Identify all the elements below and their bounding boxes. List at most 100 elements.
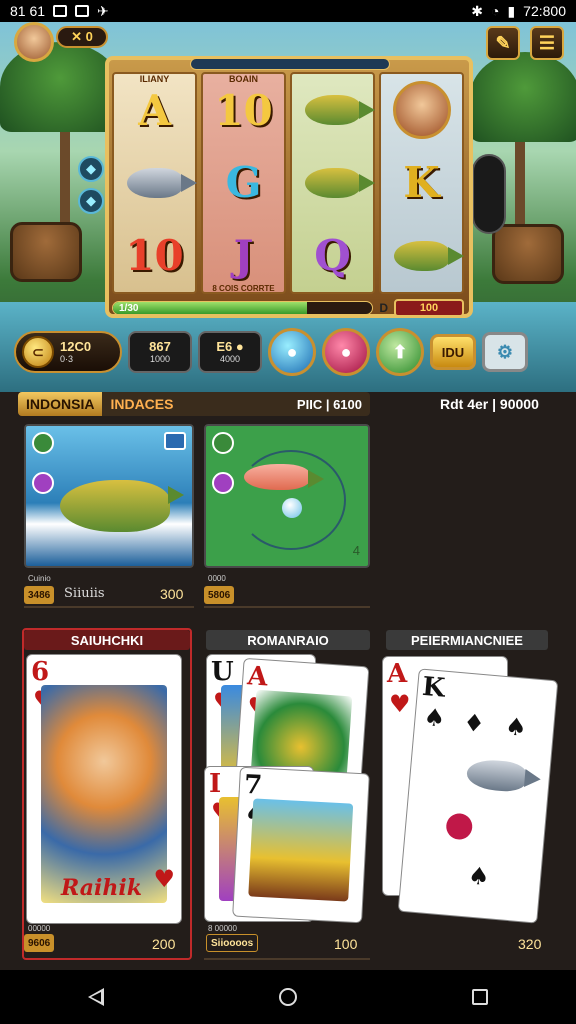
game-tile-green[interactable]: 4: [204, 424, 370, 568]
card-rank: I: [209, 769, 222, 799]
symbol-k: K: [403, 158, 440, 208]
tile-meta: 00000: [28, 924, 51, 933]
spade-icon: ♠: [503, 711, 528, 742]
auto-button[interactable]: ●: [322, 328, 370, 376]
symbol-fish: [292, 74, 375, 147]
stat-sub: 4000: [219, 354, 241, 364]
tile-meta: 0000: [208, 574, 226, 583]
spade-icon: ♠: [466, 860, 491, 892]
fish-icon: [304, 95, 375, 126]
tile-meta: 8 00000: [208, 924, 237, 933]
bet-amount[interactable]: 100: [394, 299, 464, 317]
badge-icon: [212, 472, 234, 494]
slot-reels[interactable]: ILIANY A 10 BOAIN 10 G J 8 COIS CORRTE Q…: [112, 72, 464, 294]
divider: [24, 606, 194, 608]
badge-icon: [32, 432, 54, 454]
heart-icon: ♥: [389, 689, 411, 718]
symbol-portrait: [381, 74, 462, 147]
tile-price: 100: [334, 936, 358, 952]
reel-header: BOAIN: [229, 74, 258, 84]
card-art: [248, 798, 354, 902]
status-bar: 81 61 ✈ ✱ ◔ ▮ 72:800: [0, 0, 576, 22]
fullscreen-icon: [164, 432, 186, 450]
tile-price: 320: [518, 936, 542, 952]
tile-image: [24, 424, 194, 568]
progress-label: 1/30: [119, 303, 139, 314]
side-arrow-button[interactable]: ◆: [78, 156, 104, 182]
menu-button[interactable]: ☰: [530, 26, 564, 60]
side-arrow-button[interactable]: ◆: [78, 188, 104, 214]
progress-marker: D: [379, 301, 388, 315]
reel-2: BOAIN 10 G J 8 COIS CORRTE: [201, 72, 286, 294]
spin-icon: ●: [286, 341, 298, 362]
home-icon[interactable]: [278, 988, 297, 1006]
divider: [204, 958, 370, 960]
symbol-fish: [114, 147, 197, 220]
badge-icon: [212, 432, 234, 454]
symbol-q: Q: [314, 231, 351, 281]
tile-price: 200: [152, 936, 176, 952]
edit-icon: ✎: [495, 32, 511, 53]
tab-indonesia[interactable]: INDONSIA: [18, 392, 103, 416]
balance-pill[interactable]: ⊂ 12C0 0·3: [14, 331, 122, 373]
progress-fill: [113, 302, 308, 314]
tile-meta: Cuinio: [28, 574, 51, 583]
tile-tag: 5806: [204, 586, 235, 604]
fish-icon: [60, 480, 184, 532]
playing-card: K ♠ ♦ ♠ ♠: [397, 668, 559, 924]
symbol-j: J: [233, 231, 254, 281]
palm-tree: [470, 52, 576, 142]
deck-title: PEIERMIANCNIEE: [386, 630, 548, 650]
stat-value: 867: [149, 339, 171, 354]
spin-button[interactable]: ●: [268, 328, 316, 376]
stat-value: E6 ●: [216, 339, 244, 354]
controls-bar: ⊂ 12C0 0·3 867 1000 E6 ● 4000 ● ● ⬆ IDU …: [14, 328, 564, 376]
card-rank: 7: [243, 769, 263, 801]
symbol-10: 10: [125, 231, 184, 281]
progress-bar: 1/30: [112, 301, 374, 315]
card-rank: A: [246, 661, 269, 693]
symbol-fish: [381, 219, 464, 292]
deck-title: SAIUHCHKI: [24, 630, 190, 650]
diamond-icon: ♦: [462, 707, 487, 739]
symbol-g: G: [225, 158, 262, 208]
heart-icon: ♥: [153, 864, 175, 893]
playing-card: 6 ♥ Raihik ♥: [26, 654, 182, 924]
tile-corner-label: 4: [352, 543, 360, 558]
up-button[interactable]: ⬆: [376, 328, 424, 376]
side-handle[interactable]: [472, 154, 506, 234]
coin-icon: ⊂: [22, 336, 54, 368]
signal-icon: ▮: [507, 2, 516, 19]
lobby-balance: Rdt 4er | 90000: [440, 396, 539, 412]
game-tile-ocean[interactable]: [24, 424, 194, 568]
settings-button[interactable]: ⚙: [482, 332, 528, 372]
back-icon[interactable]: [87, 988, 104, 1006]
reel-header: ILIANY: [139, 74, 170, 84]
barrel: [10, 222, 82, 282]
divider: [204, 606, 370, 608]
tile-image: 4: [204, 424, 370, 568]
balance-value: 12C0: [60, 339, 92, 354]
symbol-a: A: [138, 85, 171, 135]
symbol-fish: [292, 147, 375, 220]
chip-icon: [445, 812, 474, 841]
idu-button[interactable]: IDU: [430, 334, 476, 370]
portrait-icon: [392, 81, 451, 140]
stat-box: 867 1000: [128, 331, 192, 373]
gear-icon: ⚙: [496, 341, 514, 362]
wifi-icon: ◔: [490, 3, 500, 19]
edit-button[interactable]: ✎: [486, 26, 520, 60]
arrow-icon: ◆: [86, 161, 96, 176]
player-avatar[interactable]: [14, 22, 54, 62]
tab-indaces[interactable]: INDACES: [102, 392, 181, 416]
coin-pill[interactable]: ✕ 0: [56, 26, 108, 48]
reel-footer: 8 COIS CORRTE: [212, 284, 275, 293]
fish-icon: [126, 167, 197, 198]
arrow-up-icon: ⬆: [392, 341, 408, 362]
slot-title-bar: [190, 58, 390, 70]
recent-apps-icon[interactable]: [472, 989, 489, 1005]
fish-icon: [465, 758, 529, 794]
reel-4: K: [379, 72, 464, 294]
barrel: [492, 224, 564, 284]
progress-row: 1/30 D 100: [112, 298, 464, 318]
